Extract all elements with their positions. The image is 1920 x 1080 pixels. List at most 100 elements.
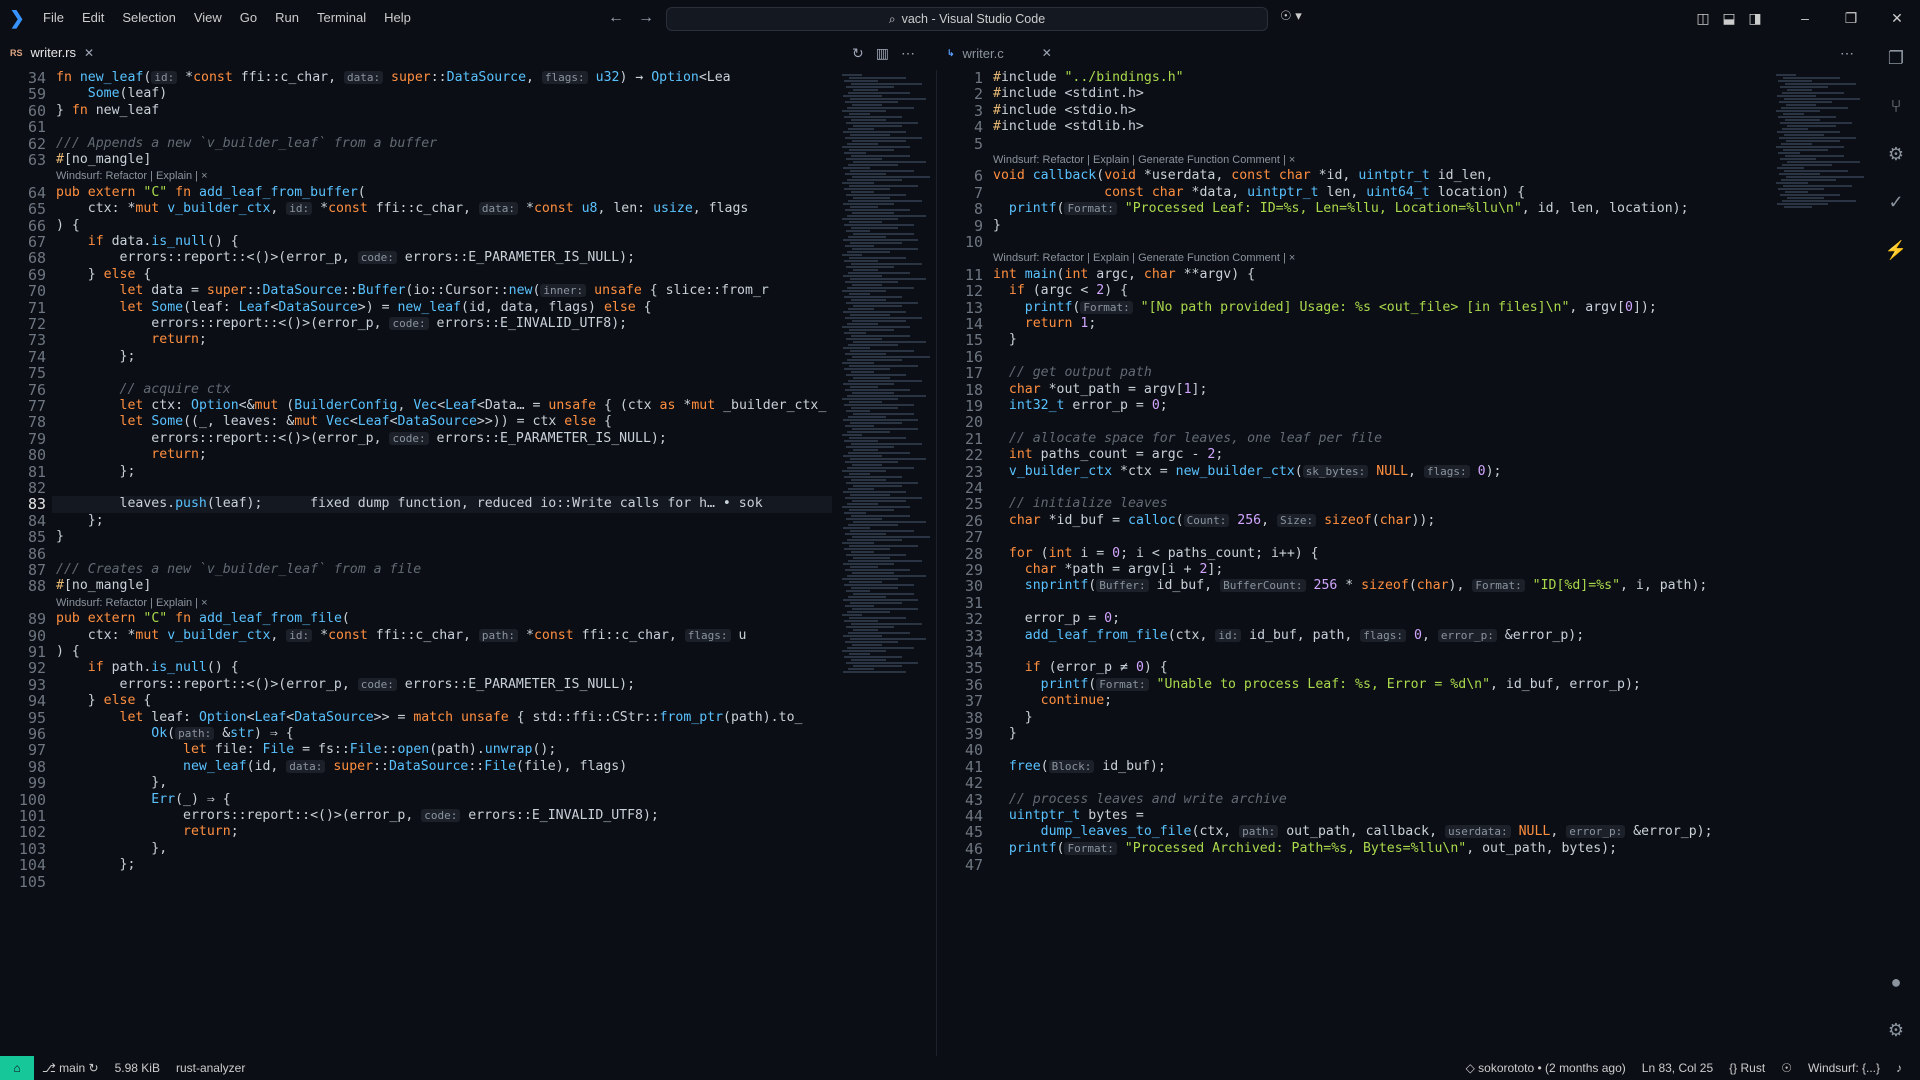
line-number: 4 xyxy=(973,118,983,137)
minimap-line xyxy=(842,398,898,400)
menu-help[interactable]: Help xyxy=(375,0,420,36)
code-lens[interactable]: Windsurf: Refactor | Explain | × xyxy=(56,168,208,184)
menu-terminal[interactable]: Terminal xyxy=(308,0,375,36)
minimap-line xyxy=(844,620,878,622)
minimap-line xyxy=(846,446,894,448)
more-actions-icon[interactable]: ⋯ xyxy=(1840,45,1854,62)
code-line: add_leaf_from_file(ctx, id: id_buf, path… xyxy=(1024,627,1585,643)
close-window-icon[interactable]: ✕ xyxy=(1874,10,1920,27)
remote-indicator-icon[interactable]: ⌂ xyxy=(0,1056,34,1080)
right-minimap[interactable] xyxy=(1772,70,1868,210)
minimize-icon[interactable]: – xyxy=(1782,10,1828,26)
tab-writer-rs[interactable]: RS writer.rs ✕ xyxy=(0,36,105,70)
minimap-line xyxy=(1778,188,1824,190)
close-tab-icon[interactable]: ✕ xyxy=(1042,46,1052,60)
language-server[interactable]: rust-analyzer xyxy=(168,1061,253,1075)
notifications-icon[interactable]: ♪ xyxy=(1888,1061,1910,1075)
menu-file[interactable]: File xyxy=(34,0,73,36)
code-line: printf(Format: "[No path provided] Usage… xyxy=(1024,299,1657,315)
minimap-line xyxy=(849,257,906,259)
tab-writer-c[interactable]: ↳ writer.c ✕ xyxy=(937,36,1062,70)
line-number: 63 xyxy=(27,151,46,169)
minimap-line xyxy=(1784,170,1848,172)
toggle-sidebar-icon[interactable]: ◫ xyxy=(1690,10,1716,27)
minimap-line xyxy=(1780,194,1840,196)
line-number: 26 xyxy=(964,511,983,530)
command-center-search[interactable]: ⌕ vach - Visual Studio Code xyxy=(666,7,1268,31)
left-minimap[interactable] xyxy=(838,70,934,1056)
minimap-line xyxy=(1783,113,1804,115)
code-lens[interactable]: Windsurf: Refactor | Explain | × xyxy=(56,595,208,611)
language-mode[interactable]: {} Rust xyxy=(1721,1061,1773,1075)
line-number: 99 xyxy=(27,774,46,793)
minimap-line xyxy=(848,200,922,202)
left-editor[interactable]: 34 fn new_leaf(id: *const ffi::c_char, da… xyxy=(0,70,832,1056)
menu-run[interactable]: Run xyxy=(266,0,308,36)
restore-icon[interactable]: ❐ xyxy=(1828,10,1874,27)
right-editor[interactable]: 1 #include "../bindings.h" 2 #include <stdi… xyxy=(937,70,1767,1056)
close-tab-icon[interactable]: ✕ xyxy=(84,46,94,60)
minimap-line xyxy=(1776,182,1808,184)
minimap-line xyxy=(842,326,910,328)
refresh-icon[interactable]: ↻ xyxy=(852,45,864,62)
extensions-icon[interactable]: ⚙ xyxy=(1884,142,1908,166)
code-line: Some(leaf) xyxy=(87,86,168,102)
minimap-line xyxy=(848,236,886,238)
account-icon[interactable]: ● xyxy=(1884,970,1908,994)
left-tab-bar: RS writer.rs ✕ xyxy=(0,36,936,70)
minimap-line xyxy=(847,143,878,145)
minimap-line xyxy=(1776,146,1844,148)
minimap-line xyxy=(1780,86,1828,88)
minimap-line xyxy=(1784,134,1824,136)
forward-arrow-icon[interactable]: → xyxy=(638,9,654,27)
line-number: 77 xyxy=(27,397,46,415)
line-number: 75 xyxy=(27,364,46,383)
copilot-icon[interactable]: ☉ ▾ xyxy=(1280,8,1302,24)
menu-edit[interactable]: Edit xyxy=(73,0,113,36)
cursor-position[interactable]: Ln 83, Col 25 xyxy=(1634,1061,1721,1075)
code-line: #include <stdint.h> xyxy=(993,86,1144,102)
source-control-icon[interactable]: ⑂ xyxy=(1884,94,1908,118)
copilot-status-icon[interactable]: ☉ xyxy=(1773,1061,1800,1075)
minimap-line xyxy=(850,170,914,172)
menu-view[interactable]: View xyxy=(185,0,231,36)
minimap-line xyxy=(1786,104,1816,106)
line-number: 83 xyxy=(27,495,46,514)
back-arrow-icon[interactable]: ← xyxy=(608,9,624,27)
minimap-line xyxy=(1778,152,1800,154)
assistant-status[interactable]: Windsurf: {...} xyxy=(1800,1061,1888,1075)
minimap-line xyxy=(843,491,906,493)
code-lens[interactable]: Windsurf: Refactor | Explain | Generate … xyxy=(993,152,1295,168)
code-lens[interactable]: Windsurf: Refactor | Explain | Generate … xyxy=(993,250,1295,266)
minimap-line xyxy=(852,464,882,466)
lightning-icon[interactable]: ⚡ xyxy=(1884,238,1908,262)
minimap-line xyxy=(1787,161,1860,163)
more-actions-icon[interactable]: ⋯ xyxy=(901,45,915,62)
minimap-line xyxy=(845,425,874,427)
toggle-panel-icon[interactable]: ⬓ xyxy=(1716,10,1742,27)
toggle-secondary-sidebar-icon[interactable]: ◨ xyxy=(1742,10,1768,27)
code-line: // acquire ctx xyxy=(56,381,231,397)
git-blame[interactable]: ◇ sokorototo • (2 months ago) xyxy=(1458,1061,1634,1075)
code-line: pub extern "C" fn add_leaf_from_file( xyxy=(56,611,350,627)
menu-go[interactable]: Go xyxy=(231,0,266,36)
blame-text: sokorototo • (2 months ago) xyxy=(1478,1061,1626,1075)
minimap-line xyxy=(845,101,898,103)
settings-gear-icon[interactable]: ⚙ xyxy=(1884,1018,1908,1042)
line-number: 24 xyxy=(964,479,983,497)
menu-selection[interactable]: Selection xyxy=(113,0,184,36)
minimap-line xyxy=(850,350,914,352)
minimap-line xyxy=(848,488,874,490)
line-number: 16 xyxy=(964,347,983,366)
explorer-icon[interactable]: ❐ xyxy=(1884,46,1908,70)
branch-indicator[interactable]: ⎇ main ↻ xyxy=(34,1061,107,1075)
split-editor-icon[interactable]: ▥ xyxy=(876,45,889,62)
line-number: 86 xyxy=(27,544,46,563)
minimap-line xyxy=(846,194,906,196)
line-number: 66 xyxy=(27,216,46,235)
testing-icon[interactable]: ✓ xyxy=(1884,190,1908,214)
code-line: const char *data, uintptr_t len, uint64_… xyxy=(1104,184,1526,200)
minimap-line xyxy=(848,164,898,166)
minimap-line xyxy=(847,215,926,217)
minimap-line xyxy=(1784,206,1812,208)
